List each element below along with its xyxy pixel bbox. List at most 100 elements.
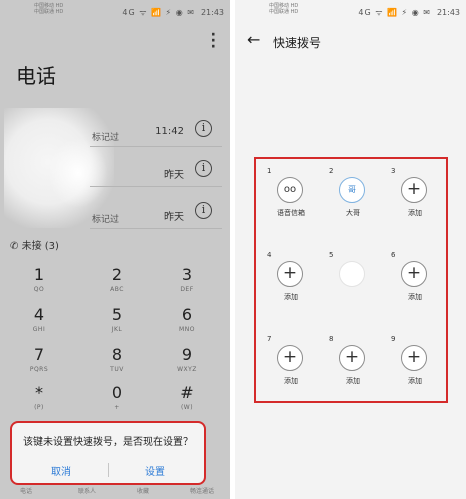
arrow-left-icon[interactable]: ←	[247, 30, 260, 49]
key-letters: WXYZ	[177, 366, 197, 373]
slot-number: 3	[391, 167, 396, 175]
divider	[90, 228, 222, 229]
cancel-button[interactable]: 取消	[12, 463, 110, 478]
speed-dial-prompt-dialog: 该键未设置快速拨号，是否现在设置？ 取消 设置	[10, 421, 206, 485]
key-letters: (W)	[180, 404, 194, 411]
status-icons: 4G ᯤ 📶 ⚡ ◉ ✉	[122, 7, 195, 17]
slot-number: 5	[329, 251, 334, 259]
slot-number: 7	[267, 335, 272, 343]
speed-dial-slot-6[interactable]: 6 + 添加	[383, 251, 447, 315]
info-icon[interactable]: i	[195, 120, 212, 137]
slot-number: 1	[267, 167, 272, 175]
plus-icon: +	[401, 177, 427, 203]
speed-dial-grid: 1 oo 语音信箱 2 哥 大哥 3 + 添加 4 + 添加 5 6 + 添加	[254, 157, 448, 403]
slot-label: 添加	[284, 293, 298, 301]
key-letters: GHI	[32, 326, 46, 333]
speed-dial-slot-2[interactable]: 2 哥 大哥	[321, 167, 385, 231]
key-digit: 7	[33, 345, 45, 364]
missed-calls-row[interactable]: ✆ 未接 (3)	[10, 237, 59, 252]
key-6[interactable]: 6 MNO	[149, 305, 225, 334]
slot-number: 9	[391, 335, 396, 343]
slot-label: 添加	[408, 293, 422, 301]
slot-number: 6	[391, 251, 396, 259]
slot-label: 添加	[284, 377, 298, 385]
key-1[interactable]: 1 QO	[1, 265, 77, 294]
key-digit: 9	[181, 345, 193, 364]
slot-label: 添加	[408, 209, 422, 217]
key-letters: (P)	[34, 404, 44, 411]
tab-phone[interactable]: 电话	[20, 486, 32, 495]
key-digit: 5	[111, 305, 123, 324]
clock: 21:43	[436, 7, 460, 17]
key-digit: 6	[181, 305, 193, 324]
status-bar: 中国移动 HD 中国联通 HD 4G ᯤ 📶 ⚡ ◉ ✉ 21:43	[6, 3, 224, 21]
key-hash[interactable]: # (W)	[149, 384, 225, 412]
status-icons: 4G ᯤ 📶 ⚡ ◉ ✉	[358, 7, 431, 17]
key-3[interactable]: 3 DEF	[149, 265, 225, 294]
speed-dial-slot-3[interactable]: 3 + 添加	[383, 167, 447, 231]
slot-label: 语音信箱	[277, 209, 305, 217]
key-letters: DEF	[180, 286, 194, 293]
key-digit: 2	[111, 265, 123, 284]
speed-dial-slot-1[interactable]: 1 oo 语音信箱	[259, 167, 323, 231]
carrier-2: 中国联通 HD	[269, 9, 299, 15]
key-letters: QO	[33, 286, 45, 293]
info-icon[interactable]: i	[195, 160, 212, 177]
slot-number: 2	[329, 167, 334, 175]
key-letters: ABC	[110, 286, 124, 293]
info-icon[interactable]: i	[195, 202, 212, 219]
key-letters: +	[114, 404, 120, 411]
call-time: 11:42	[155, 126, 184, 137]
slot-label: 大哥	[346, 209, 360, 217]
speed-dial-slot-9[interactable]: 9 + 添加	[383, 335, 447, 399]
key-digit: 3	[181, 265, 193, 284]
contact-avatar: 哥	[339, 177, 365, 203]
tab-meetime[interactable]: 畅连通话	[190, 486, 214, 495]
call-time: 昨天	[164, 212, 184, 223]
more-vertical-icon[interactable]: · · ·	[211, 28, 216, 54]
divider	[90, 146, 222, 147]
slot-number: 4	[267, 251, 272, 259]
key-star[interactable]: * (P)	[1, 383, 77, 412]
divider	[90, 186, 222, 187]
speed-dial-screen: 中国移动 HD 中国联通 HD 4G ᯤ 📶 ⚡ ◉ ✉ 21:43 ← 快速拨…	[235, 0, 466, 499]
key-digit: 1	[33, 265, 45, 284]
call-subtitle: 标记过	[92, 215, 120, 225]
missed-label: 未接 (3)	[21, 241, 59, 252]
page-title: 快速拨号	[273, 36, 322, 50]
speed-dial-slot-8[interactable]: 8 + 添加	[321, 335, 385, 399]
call-time: 昨天	[164, 170, 184, 181]
key-4[interactable]: 4 GHI	[1, 305, 77, 334]
status-bar: 中国移动 HD 中国联通 HD 4G ᯤ 📶 ⚡ ◉ ✉ 21:43	[241, 3, 460, 21]
key-letters: JKL	[111, 326, 123, 333]
speed-dial-slot-5[interactable]: 5	[321, 251, 385, 315]
carrier-2: 中国联通 HD	[34, 9, 64, 15]
tab-favorites[interactable]: 收藏	[137, 486, 149, 495]
settings-button[interactable]: 设置	[106, 463, 204, 478]
voicemail-icon: oo	[277, 177, 303, 203]
plus-icon: +	[401, 261, 427, 287]
slot-label: 添加	[346, 377, 360, 385]
slot-number: 8	[329, 335, 334, 343]
key-7[interactable]: 7 PQRS	[1, 345, 77, 374]
key-9[interactable]: 9 WXYZ	[149, 345, 225, 374]
page-title: 电话	[16, 64, 56, 88]
speed-dial-slot-4[interactable]: 4 + 添加	[259, 251, 323, 315]
plus-icon: +	[339, 345, 365, 371]
key-digit: *	[35, 383, 43, 402]
key-digit: 8	[111, 345, 123, 364]
key-letters: TUV	[110, 366, 124, 373]
call-subtitle: 标记过	[92, 133, 120, 143]
key-digit: 0	[111, 383, 123, 402]
empty-slot-icon	[339, 261, 365, 287]
tab-contacts[interactable]: 联系人	[78, 486, 96, 495]
key-letters: PQRS	[29, 366, 49, 373]
speed-dial-slot-7[interactable]: 7 + 添加	[259, 335, 323, 399]
key-0[interactable]: 0 +	[79, 383, 155, 412]
slot-label: 添加	[408, 377, 422, 385]
dialog-message: 该键未设置快速拨号，是否现在设置？	[23, 437, 193, 448]
key-5[interactable]: 5 JKL	[79, 305, 155, 334]
key-digit: 4	[33, 305, 45, 324]
key-2[interactable]: 2 ABC	[79, 265, 155, 294]
key-8[interactable]: 8 TUV	[79, 345, 155, 374]
